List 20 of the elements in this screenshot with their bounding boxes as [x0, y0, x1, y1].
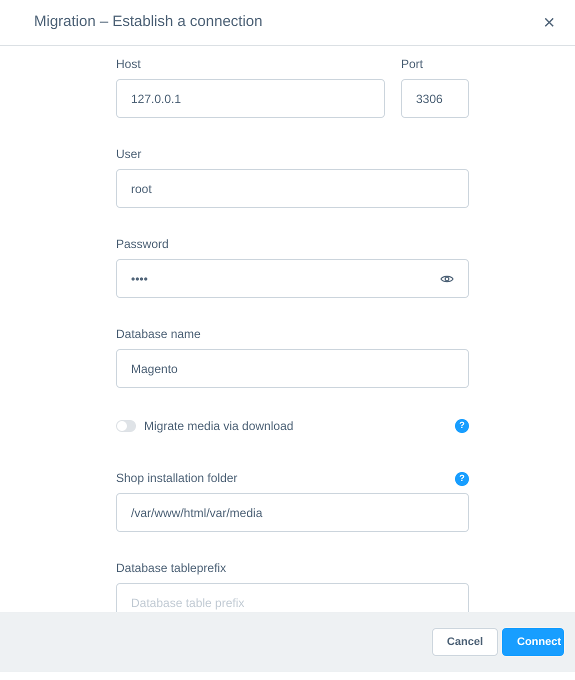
- password-field[interactable]: ••••: [116, 259, 469, 298]
- field-label: Port: [401, 57, 424, 72]
- input-field[interactable]: /var/www/html/var/media: [116, 493, 469, 532]
- field-label: Shop installation folder: [116, 471, 238, 486]
- cancel-button[interactable]: Cancel: [432, 628, 498, 656]
- input-field[interactable]: root: [116, 169, 469, 208]
- toggle-switch[interactable]: [116, 420, 136, 432]
- input-field[interactable]: 3306: [401, 79, 469, 118]
- dialog-title: Migration – Establish a connection: [34, 12, 262, 32]
- input-field[interactable]: Magento: [116, 349, 469, 388]
- field-label: Database tableprefix: [116, 561, 226, 576]
- field-label: User: [116, 147, 142, 162]
- toggle-label: Migrate media via download: [144, 418, 294, 435]
- input-field[interactable]: 127.0.0.1: [116, 79, 385, 118]
- close-button[interactable]: ×: [537, 12, 561, 32]
- field-label: Database name: [116, 327, 201, 342]
- field-label: Host: [116, 57, 142, 72]
- input-field[interactable]: Database table prefix: [116, 583, 469, 612]
- eye-icon[interactable]: [440, 274, 454, 284]
- field-label: Password: [116, 237, 169, 252]
